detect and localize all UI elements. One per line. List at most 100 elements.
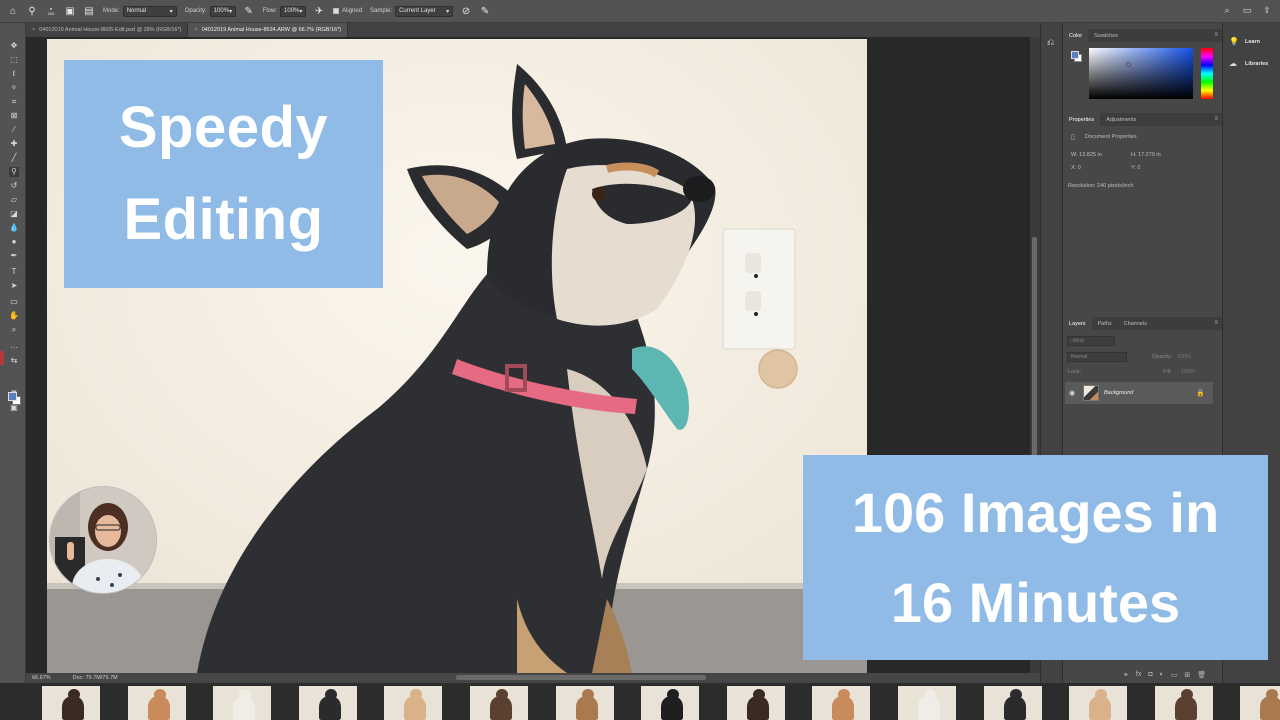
healing-brush-tool-icon[interactable]: ✚ <box>9 139 19 149</box>
tab-document-1[interactable]: × 04012019 Animal House-8605-Edit.psd @ … <box>26 23 189 37</box>
history-brush-tool-icon[interactable]: ↺ <box>9 181 19 191</box>
flow-input[interactable]: 100% ▾ <box>280 5 307 17</box>
rectangle-tool-icon[interactable]: ▭ <box>9 297 19 307</box>
adjustment-layer-icon[interactable]: ◐ <box>1160 671 1164 679</box>
layer-row-background[interactable]: ◉ Background 🔒 <box>1065 382 1213 404</box>
filmstrip-thumbnail[interactable] <box>127 686 186 720</box>
toggle-clone-source-icon[interactable]: ▤ <box>83 5 95 17</box>
foreground-color-swatch[interactable] <box>8 392 17 401</box>
layer-filter-input[interactable]: ⌕ Kind <box>1067 336 1115 346</box>
filmstrip-thumbnail[interactable] <box>42 686 100 720</box>
gradient-tool-icon[interactable]: ◪ <box>9 209 19 219</box>
airbrush-icon[interactable]: ✈ <box>313 5 325 17</box>
new-group-icon[interactable]: ▭ <box>1171 671 1178 679</box>
trash-icon[interactable]: 🗑 <box>1197 671 1206 679</box>
share-icon[interactable]: ⇪ <box>1262 5 1272 15</box>
path-select-tool-icon[interactable]: ➤ <box>9 281 19 291</box>
swap-colors-icon[interactable]: ⇆ <box>9 356 19 366</box>
learn-item[interactable]: 💡 Learn <box>1229 37 1260 46</box>
move-tool-icon[interactable]: ✥ <box>9 41 19 51</box>
layer-opacity-value[interactable]: 100% <box>1177 354 1191 360</box>
filmstrip-thumbnail[interactable] <box>470 686 528 720</box>
tab-swatches[interactable]: Swatches <box>1088 29 1124 42</box>
zoom-level[interactable]: 66.67% <box>32 675 51 681</box>
filmstrip-thumbnail[interactable] <box>1154 686 1213 720</box>
home-icon[interactable]: ⌂ <box>7 5 19 17</box>
pen-tool-icon[interactable]: ✒ <box>9 251 19 261</box>
filmstrip-thumbnail[interactable] <box>641 686 700 720</box>
search-icon[interactable]: ⌕ <box>1222 5 1232 15</box>
aligned-checkbox[interactable] <box>333 8 340 14</box>
filmstrip-thumbnail[interactable] <box>1069 686 1128 720</box>
filmstrip-thumbnail[interactable] <box>983 686 1042 720</box>
add-mask-icon[interactable]: ◘ <box>1148 671 1152 679</box>
close-icon[interactable]: × <box>194 27 197 33</box>
tab-adjustments[interactable]: Adjustments <box>1100 113 1142 126</box>
workspace-icon[interactable]: ▭ <box>1242 5 1252 15</box>
panel-menu-icon[interactable]: ≡ <box>1214 320 1218 326</box>
tab-paths[interactable]: Paths <box>1092 317 1118 330</box>
quick-select-tool-icon[interactable]: ✧ <box>9 83 19 93</box>
scroll-thumb[interactable] <box>1032 237 1037 457</box>
crop-tool-icon[interactable]: ⌗ <box>9 97 19 107</box>
brush-tool-icon[interactable]: ╱ <box>9 153 19 163</box>
pressure-size-icon[interactable]: ✎ <box>479 5 491 17</box>
width-value[interactable]: W: 13.825 in <box>1071 152 1102 158</box>
filmstrip-thumbnail[interactable] <box>726 686 785 720</box>
libraries-item[interactable]: ☁ Libraries <box>1229 59 1268 68</box>
tab-color[interactable]: Color <box>1063 29 1089 42</box>
type-tool-icon[interactable]: T <box>9 267 19 277</box>
filmstrip-thumbnail[interactable] <box>1240 686 1280 720</box>
eyedropper-tool-icon[interactable]: ⁄ <box>9 125 19 135</box>
toggle-brush-panel-icon[interactable]: ▣ <box>64 5 76 17</box>
pressure-opacity-icon[interactable]: ✎ <box>243 5 255 17</box>
link-layers-icon[interactable]: ⚭ <box>1123 671 1129 679</box>
frame-tool-icon[interactable]: ⊠ <box>9 111 19 121</box>
panel-menu-icon[interactable]: ≡ <box>1214 32 1218 38</box>
height-value[interactable]: H: 17.279 in <box>1131 152 1161 158</box>
fill-value[interactable]: 100% <box>1181 369 1195 375</box>
history-icon[interactable]: ⎌ <box>1047 37 1054 48</box>
filmstrip-thumbnail[interactable] <box>812 686 871 720</box>
ignore-adjustment-layers-icon[interactable]: ⊘ <box>460 5 472 17</box>
filmstrip-thumbnail[interactable] <box>555 686 614 720</box>
opacity-input[interactable]: 100% ▾ <box>209 5 236 17</box>
y-value[interactable]: Y: 0 <box>1131 165 1140 171</box>
zoom-tool-icon[interactable]: ⌕ <box>9 325 19 335</box>
brush-preset-icon[interactable]: ● 200 <box>45 5 57 17</box>
visibility-eye-icon[interactable]: ◉ <box>1069 389 1079 397</box>
color-picker-field[interactable] <box>1089 48 1193 99</box>
clone-stamp-tool-icon[interactable]: ⚲ <box>9 167 19 177</box>
doc-info[interactable]: Doc: 79.7M/79.7M <box>73 675 118 681</box>
lasso-tool-icon[interactable]: ℓ <box>9 69 19 79</box>
screen-mode-icon[interactable]: ▣ <box>9 403 19 413</box>
blend-mode-select[interactable]: Normal <box>1067 352 1127 362</box>
tab-document-2[interactable]: × 04012019 Animal House-8624.ARW @ 66.7%… <box>188 23 349 37</box>
thumbnail-dog-head <box>1180 689 1193 700</box>
eraser-tool-icon[interactable]: ▱ <box>9 195 19 205</box>
x-value[interactable]: X: 0 <box>1071 165 1081 171</box>
filmstrip-thumbnail[interactable] <box>298 686 357 720</box>
tab-channels[interactable]: Channels <box>1118 317 1153 330</box>
filmstrip-thumbnail[interactable] <box>384 686 443 720</box>
horizontal-scrollbar[interactable] <box>456 675 706 680</box>
marquee-tool-icon[interactable]: ⬚ <box>9 55 19 65</box>
color-panel-foreground[interactable] <box>1071 51 1079 59</box>
sample-select[interactable]: Current Layer ▾ <box>395 5 454 17</box>
tab-properties[interactable]: Properties <box>1063 113 1101 126</box>
more-tools-icon[interactable]: … <box>9 341 19 351</box>
tab-layers[interactable]: Layers <box>1063 317 1092 330</box>
filmstrip-thumbnail[interactable] <box>213 686 272 720</box>
blur-tool-icon[interactable]: 💧 <box>9 223 19 233</box>
new-layer-icon[interactable]: ⊞ <box>1184 671 1190 679</box>
filmstrip-thumbnail[interactable] <box>898 686 956 720</box>
hand-tool-icon[interactable]: ✋ <box>9 311 19 321</box>
fx-icon[interactable]: fx <box>1136 671 1141 679</box>
dodge-tool-icon[interactable]: ● <box>9 237 19 247</box>
close-icon[interactable]: × <box>32 27 35 33</box>
hue-slider[interactable] <box>1201 48 1213 99</box>
mode-select[interactable]: Normal ▾ <box>122 5 177 17</box>
clone-stamp-tool-icon[interactable]: ⚲ <box>26 5 38 17</box>
panel-menu-icon[interactable]: ≡ <box>1214 116 1218 122</box>
picker-ring[interactable] <box>1126 62 1131 67</box>
